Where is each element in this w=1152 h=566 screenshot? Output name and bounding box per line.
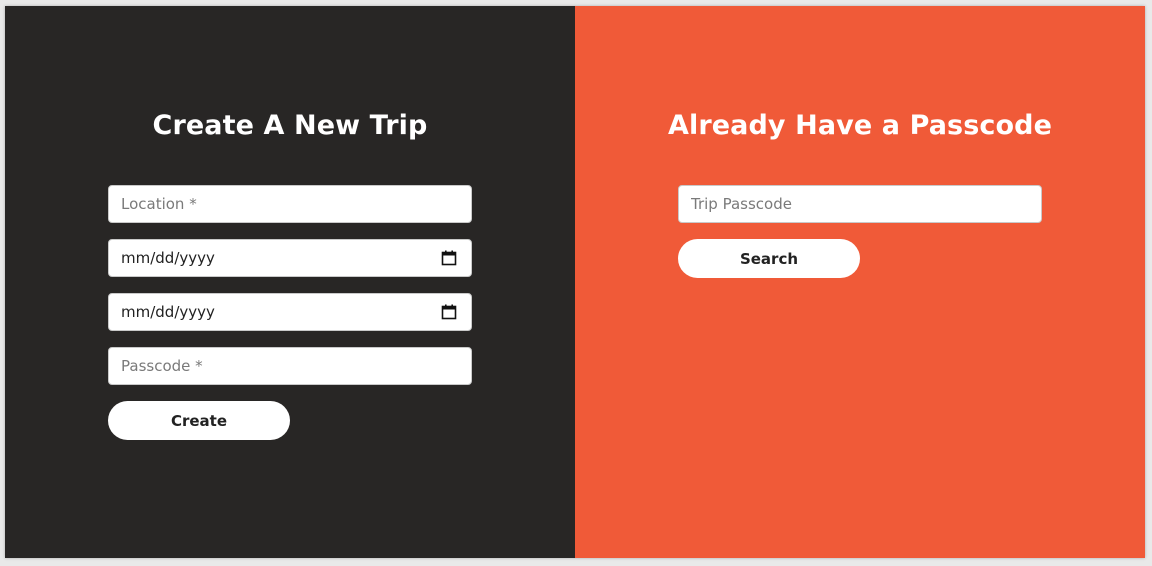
app-frame: Create A New Trip mm/dd/yyyy mm/dd/yyyy bbox=[5, 6, 1145, 558]
end-date-text: mm/dd/yyyy bbox=[121, 303, 215, 321]
create-trip-panel: Create A New Trip mm/dd/yyyy mm/dd/yyyy bbox=[5, 6, 575, 558]
create-button[interactable]: Create bbox=[108, 401, 290, 440]
passcode-input[interactable] bbox=[108, 347, 472, 385]
search-button[interactable]: Search bbox=[678, 239, 860, 278]
end-date-input[interactable]: mm/dd/yyyy bbox=[108, 293, 472, 331]
passcode-panel: Already Have a Passcode Search bbox=[575, 6, 1145, 558]
calendar-icon[interactable] bbox=[441, 250, 457, 266]
location-input[interactable] bbox=[108, 185, 472, 223]
calendar-icon[interactable] bbox=[441, 304, 457, 320]
start-date-input[interactable]: mm/dd/yyyy bbox=[108, 239, 472, 277]
create-trip-title: Create A New Trip bbox=[152, 110, 428, 141]
start-date-text: mm/dd/yyyy bbox=[121, 249, 215, 267]
passcode-title: Already Have a Passcode bbox=[668, 110, 1052, 141]
trip-passcode-input[interactable] bbox=[678, 185, 1042, 223]
